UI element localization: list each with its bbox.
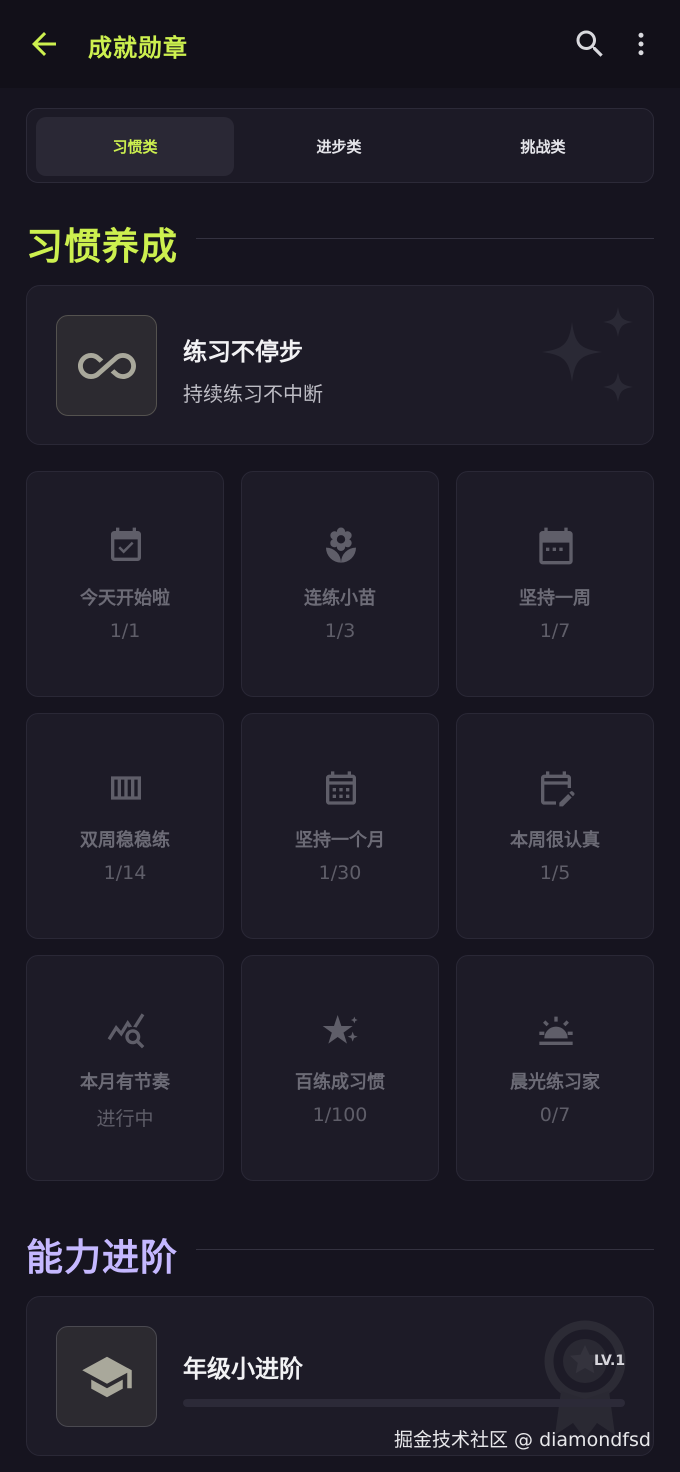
badge-card[interactable]: 本周很认真 1/5: [456, 713, 654, 939]
badge-name: 连练小苗: [304, 588, 376, 609]
medal-icon: [544, 1320, 626, 1439]
badge-name: 双周稳稳练: [80, 830, 170, 851]
level-progress-bar: [183, 1399, 625, 1407]
featured-badge-title: 练习不停步: [183, 338, 303, 366]
tab-progress[interactable]: 进步类: [240, 117, 438, 176]
sparkle-icon: [542, 307, 633, 402]
more-vert-icon[interactable]: [626, 26, 656, 62]
view-week-icon: [111, 776, 141, 800]
badge-progress: 1/30: [318, 862, 362, 884]
sunrise-icon: [539, 1016, 573, 1045]
badge-progress: 1/5: [539, 862, 571, 884]
section-divider: [196, 238, 654, 239]
tab-challenge[interactable]: 挑战类: [444, 117, 642, 176]
badge-progress: 1/3: [324, 620, 356, 642]
app-bar: 成就勋章: [0, 0, 680, 88]
tab-habit[interactable]: 习惯类: [36, 117, 234, 176]
search-icon[interactable]: [572, 26, 608, 62]
edit-calendar-icon: [541, 771, 575, 807]
query-stats-icon: [107, 1013, 145, 1049]
level-label: LV.1: [594, 1353, 626, 1369]
calendar-week-icon: [539, 527, 573, 565]
flower-icon: [326, 527, 356, 563]
infinity-icon: [77, 352, 136, 379]
section-title-ability: 能力进阶: [26, 1236, 178, 1279]
badge-card[interactable]: 本月有节奏 进行中: [26, 955, 224, 1181]
badge-name: 今天开始啦: [80, 588, 170, 609]
badge-progress: 1/14: [103, 862, 147, 884]
badge-name: 晨光练习家: [510, 1072, 600, 1093]
graduation-cap-icon: [81, 1356, 132, 1397]
badge-card[interactable]: 坚持一周 1/7: [456, 471, 654, 697]
badge-name: 本月有节奏: [80, 1072, 170, 1093]
badge-name: 坚持一个月: [295, 830, 385, 851]
page-title: 成就勋章: [88, 34, 188, 62]
calendar-check-icon: [111, 527, 141, 561]
badge-name: 本周很认真: [510, 830, 600, 851]
badge-name: 百练成习惯: [295, 1072, 385, 1093]
badge-card[interactable]: 坚持一个月 1/30: [241, 713, 439, 939]
badge-card[interactable]: 百练成习惯 1/100: [241, 955, 439, 1181]
watermark: 掘金技术社区 @ diamondfsd: [394, 1429, 651, 1451]
star-sparkle-icon: [322, 1015, 358, 1044]
badge-progress: 1/100: [312, 1104, 368, 1126]
badge-progress: 1/7: [539, 620, 571, 642]
featured-icon-box: [56, 315, 157, 416]
badge-progress: 1/1: [109, 620, 141, 642]
arrow-left-icon[interactable]: [26, 26, 62, 62]
badge-card[interactable]: 连练小苗 1/3: [241, 471, 439, 697]
featured-badge-title: 年级小进阶: [183, 1355, 303, 1383]
section-title-habit: 习惯养成: [26, 225, 178, 268]
calendar-month-icon: [326, 771, 356, 805]
category-tabs: 习惯类 进步类 挑战类: [26, 108, 654, 183]
badge-progress: 进行中: [96, 1108, 154, 1130]
badge-card[interactable]: 今天开始啦 1/1: [26, 471, 224, 697]
featured-badge-subtitle: 持续练习不中断: [183, 382, 323, 406]
featured-badge-habit[interactable]: 练习不停步 持续练习不中断: [26, 285, 654, 445]
badge-card[interactable]: 晨光练习家 0/7: [456, 955, 654, 1181]
badge-progress: 0/7: [539, 1104, 571, 1126]
featured-icon-box: [56, 1326, 157, 1427]
section-divider: [196, 1249, 654, 1250]
badge-name: 坚持一周: [519, 588, 591, 609]
badge-card[interactable]: 双周稳稳练 1/14: [26, 713, 224, 939]
